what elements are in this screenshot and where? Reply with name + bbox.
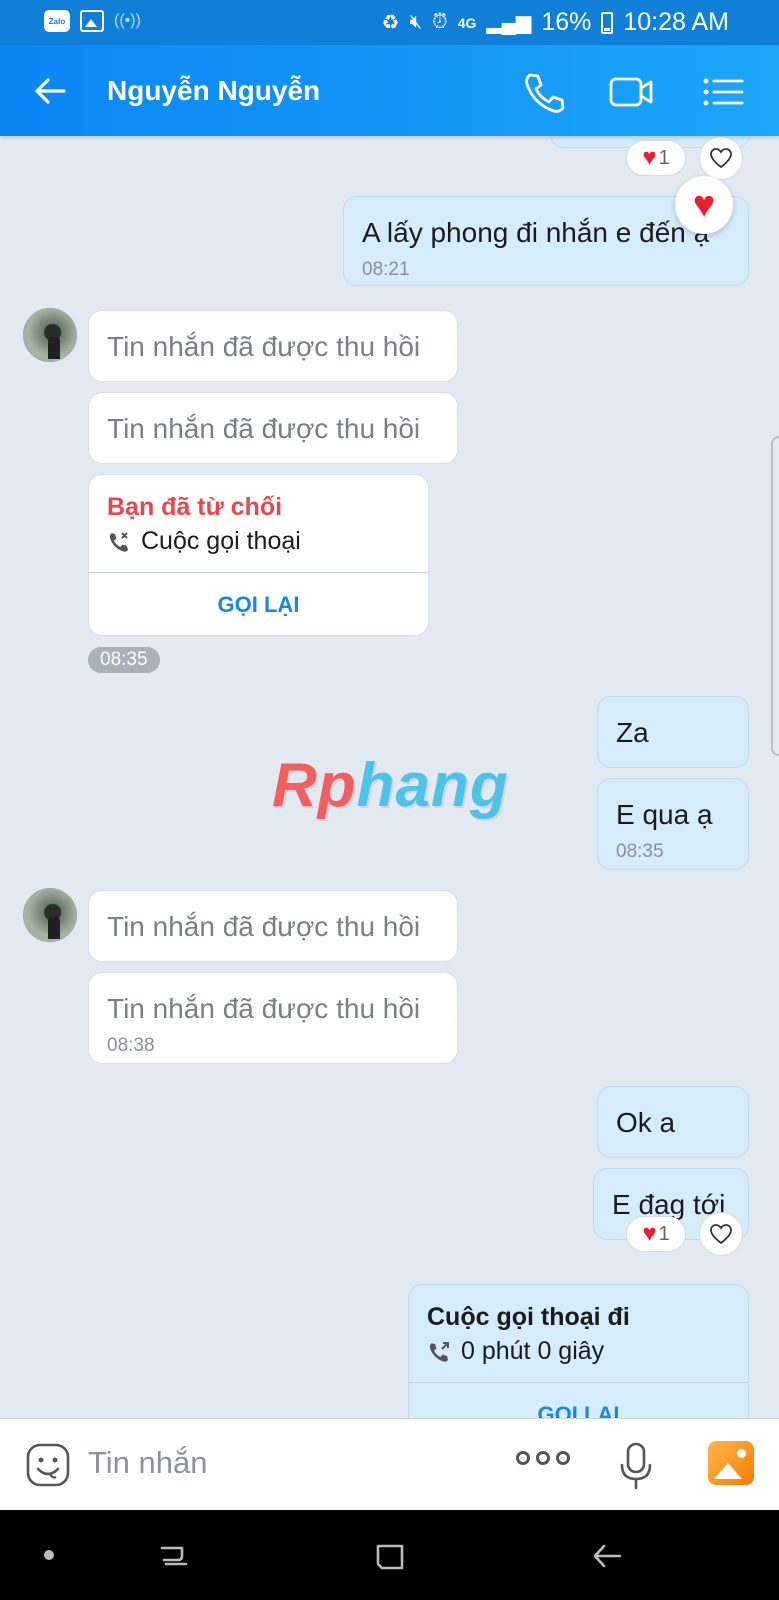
- nav-dot-icon[interactable]: [44, 1550, 54, 1560]
- photo-gallery-icon[interactable]: [708, 1441, 754, 1485]
- message-text: Za: [616, 717, 649, 748]
- outgoing-call-icon: [429, 1341, 449, 1362]
- hotspot-icon: ((•)): [114, 12, 141, 29]
- missed-call-card[interactable]: Bạn đã từ chối Cuộc gọi thoại GỌI LẠI: [88, 474, 429, 636]
- zalo-notification-icon: Zalo: [44, 10, 70, 32]
- battery-percent: 16%: [541, 8, 592, 36]
- message-time: 08:35: [616, 841, 664, 862]
- call-status: Bạn đã từ chối: [107, 493, 283, 521]
- home-button-icon[interactable]: [372, 1538, 408, 1574]
- react-button[interactable]: [699, 136, 743, 180]
- video-call-icon[interactable]: [608, 69, 654, 115]
- call-type: Cuộc gọi thoại: [141, 527, 301, 555]
- heart-reaction-icon: ♥: [642, 144, 657, 171]
- battery-saver-icon: ♻: [381, 12, 400, 34]
- signal-icon: ▂▄▆: [486, 12, 532, 34]
- message-list[interactable]: ♥ 1 A lấy phong đi nhắn e đến ạ 08:21 ♥ …: [0, 136, 779, 1418]
- react-button[interactable]: [699, 1212, 743, 1256]
- back-button-icon[interactable]: [590, 1538, 626, 1574]
- emoji-sticker-icon[interactable]: [26, 1443, 70, 1487]
- alarm-icon: ⏰︎: [432, 11, 448, 33]
- contact-name[interactable]: Nguyễn Nguyễn: [107, 75, 320, 107]
- outgoing-call-card[interactable]: Cuộc gọi thoại đi 0 phút 0 giây GỌI LẠI: [408, 1284, 749, 1418]
- recalled-message-with-time[interactable]: Tin nhắn đã được thu hồi 08:38: [88, 972, 458, 1064]
- message-bubble-outgoing[interactable]: Ok a: [597, 1086, 749, 1158]
- avatar[interactable]: [23, 308, 77, 362]
- microphone-icon[interactable]: [618, 1441, 654, 1491]
- call-duration-row: 0 phút 0 giây: [427, 1337, 604, 1366]
- gallery-notification-icon: [80, 10, 104, 32]
- recalled-message[interactable]: Tin nhắn đã được thu hồi: [88, 310, 458, 382]
- message-text: E qua ạ: [616, 799, 713, 830]
- watermark-logo: Rphang: [272, 751, 509, 820]
- recalled-message[interactable]: Tin nhắn đã được thu hồi: [88, 890, 458, 962]
- call-back-button[interactable]: GỌI LẠI: [89, 573, 428, 635]
- reaction-summary[interactable]: ♥ 1: [626, 1216, 686, 1252]
- recalled-message[interactable]: Tin nhắn đã được thu hồi: [88, 392, 458, 464]
- recalled-text: Tin nhắn đã được thu hồi: [107, 993, 421, 1024]
- message-text: A lấy phong đi nhắn e đến ạ: [362, 217, 710, 248]
- message-input[interactable]: Tin nhắn: [88, 1445, 208, 1481]
- mute-icon: 🔇︎: [409, 11, 423, 33]
- heart-reaction-icon[interactable]: ♥: [675, 176, 733, 234]
- message-time: 08:21: [362, 259, 410, 280]
- status-bar: Zalo ((•)) ♻ 🔇︎ ⏰︎ 4G ▂▄▆ 16% 10:28 AM: [0, 0, 779, 45]
- reaction-count: 1: [658, 146, 670, 169]
- message-bubble-outgoing[interactable]: E qua ạ 08:35: [597, 778, 749, 870]
- battery-icon: [601, 11, 614, 34]
- menu-list-icon[interactable]: [700, 69, 746, 115]
- network-type: 4G: [457, 14, 477, 31]
- message-input-bar: Tin nhắn: [0, 1418, 779, 1510]
- call-back-button[interactable]: GỌI LẠI: [409, 1383, 748, 1418]
- heart-reaction-icon: ♥: [642, 1220, 657, 1247]
- system-navigation-bar: [0, 1510, 779, 1600]
- message-text: Ok a: [616, 1107, 676, 1138]
- missed-call-icon: [109, 531, 128, 552]
- reaction-summary[interactable]: ♥ 1: [626, 140, 686, 176]
- chat-header: Nguyễn Nguyễn: [0, 45, 779, 136]
- recent-apps-icon[interactable]: [156, 1538, 192, 1574]
- reaction-count: 1: [658, 1222, 670, 1245]
- heart-outline-icon: [710, 1224, 732, 1245]
- call-title: Cuộc gọi thoại đi: [427, 1303, 630, 1331]
- avatar[interactable]: [23, 888, 77, 942]
- call-duration: 0 phút 0 giây: [461, 1337, 605, 1365]
- back-arrow-icon[interactable]: [30, 71, 70, 111]
- message-time: 08:35: [88, 647, 160, 673]
- more-options-icon[interactable]: [516, 1451, 570, 1465]
- phone-call-icon[interactable]: [520, 69, 566, 115]
- heart-outline-icon: [710, 148, 732, 169]
- call-type-row: Cuộc gọi thoại: [107, 527, 301, 556]
- message-bubble-outgoing[interactable]: Za: [597, 696, 749, 768]
- message-time: 08:38: [107, 1035, 155, 1056]
- clock: 10:28 AM: [623, 8, 729, 36]
- scroll-handle[interactable]: [771, 436, 779, 756]
